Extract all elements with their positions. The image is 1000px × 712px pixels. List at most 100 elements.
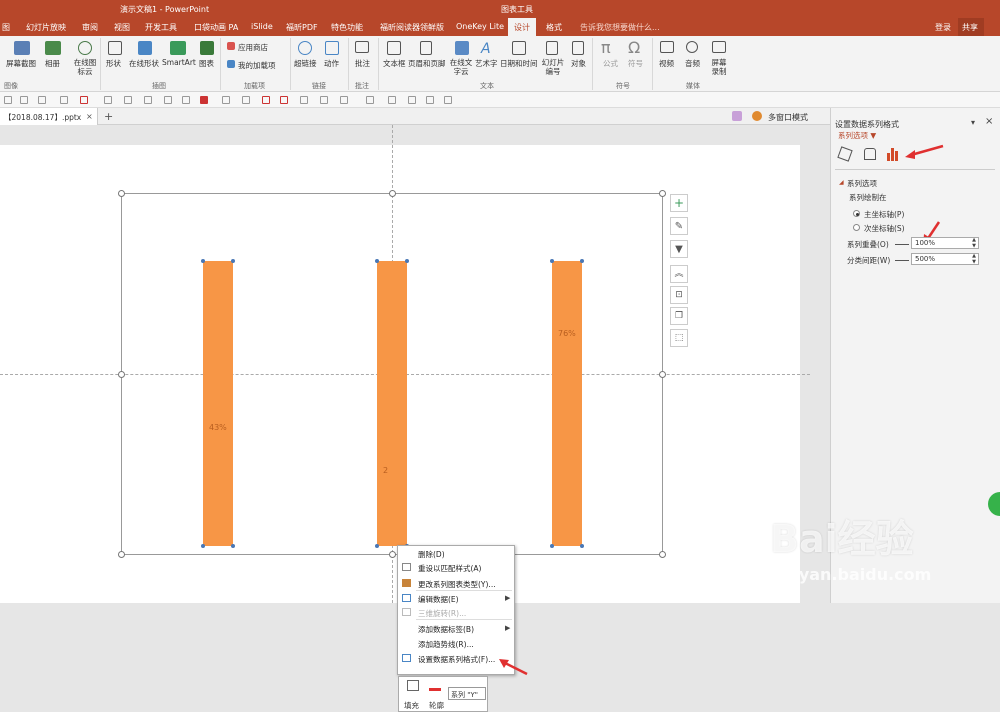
bar-selection-handle[interactable] (201, 544, 205, 548)
series-options-tab-icon[interactable] (887, 147, 900, 161)
toolbar-icon[interactable] (222, 96, 230, 104)
select-icon[interactable]: ⬚ (670, 329, 688, 347)
toolbar-icon[interactable] (182, 96, 190, 104)
resize-handle[interactable] (389, 551, 396, 558)
tab-slideshow[interactable]: 幻灯片放映 (26, 22, 66, 33)
tab-features[interactable]: 特色功能 (331, 22, 363, 33)
spinner-icon[interactable]: ▲ ▼ (972, 237, 976, 249)
resize-handle[interactable] (659, 551, 666, 558)
my-addins-button[interactable]: 我的加载项 (238, 60, 276, 71)
close-icon[interactable]: × (86, 112, 93, 121)
bar-selection-handle[interactable] (550, 259, 554, 263)
chart-button[interactable]: 图表 (199, 58, 214, 69)
multi-window-button[interactable]: 多窗口模式 (768, 112, 808, 123)
new-tab-icon[interactable]: + (104, 110, 113, 123)
tab-islide[interactable]: iSlide (251, 22, 273, 31)
tab-developer[interactable]: 开发工具 (145, 22, 177, 33)
tab-format[interactable]: 格式 (546, 22, 562, 33)
plugin-icon[interactable] (732, 111, 742, 121)
toolbar-icon[interactable] (320, 96, 328, 104)
word-cloud-button[interactable]: 在线文字云 (448, 58, 474, 76)
overlap-input[interactable]: 100% ▲ ▼ (911, 237, 979, 249)
chart-filter-button[interactable]: ▼ (670, 240, 688, 258)
toolbar-icon[interactable] (408, 96, 416, 104)
tab-0[interactable]: 图 (2, 22, 10, 33)
chart-frame[interactable]: 43% 2 76% (118, 190, 666, 558)
settings-icon[interactable] (752, 111, 762, 121)
bar-selection-handle[interactable] (405, 259, 409, 263)
data-label[interactable]: 76% (558, 329, 576, 338)
data-label[interactable]: 43% (209, 423, 227, 432)
online-shapes-button[interactable]: 在线形状 (129, 58, 159, 69)
object-button[interactable]: 对象 (571, 58, 586, 69)
resize-handle[interactable] (389, 190, 396, 197)
wordart-button[interactable]: 艺术字 (475, 58, 498, 69)
menu-item-edit-data[interactable]: 编辑数据(E) (418, 594, 459, 605)
tab-foxit-pdf[interactable]: 福昕PDF (286, 22, 318, 33)
toolbar-icon[interactable] (242, 96, 250, 104)
close-icon[interactable]: × (985, 116, 993, 127)
outline-button[interactable]: 轮廓 (429, 700, 444, 711)
bar-selection-handle[interactable] (201, 259, 205, 263)
icon-cloud-button[interactable]: 在线图标云 (72, 58, 98, 76)
tab-review[interactable]: 审阅 (82, 22, 98, 33)
bar-selection-handle[interactable] (231, 259, 235, 263)
screen-record-button[interactable]: 屏幕录制 (710, 58, 728, 76)
share-button[interactable]: 共享 (958, 18, 984, 36)
chart-styles-button[interactable]: ✎ (670, 217, 688, 235)
toolbar-icon[interactable] (300, 96, 308, 104)
resize-handle[interactable] (118, 371, 125, 378)
menu-item-reset-style[interactable]: 重设以匹配样式(A) (418, 563, 481, 574)
toolbar-icon[interactable] (38, 96, 46, 104)
menu-item-add-data-labels[interactable]: 添加数据标签(B) (418, 624, 474, 635)
chevron-down-icon[interactable]: ▾ (971, 118, 975, 127)
toolbar-icon[interactable] (444, 96, 452, 104)
bar-selection-handle[interactable] (375, 544, 379, 548)
toolbar-icon[interactable] (280, 96, 288, 104)
toolbar-icon[interactable] (340, 96, 348, 104)
series-select[interactable]: 系列 "Y" (448, 687, 486, 700)
resize-handle[interactable] (659, 190, 666, 197)
secondary-axis-radio[interactable] (853, 224, 860, 231)
bar-selection-handle[interactable] (231, 544, 235, 548)
app-store-button[interactable]: 应用商店 (238, 42, 268, 53)
shapes-button[interactable]: 形状 (106, 58, 121, 69)
slide-number-button[interactable]: 幻灯片编号 (541, 58, 565, 76)
login-link[interactable]: 登录 (935, 22, 951, 33)
collapse-arrow-icon[interactable]: ◢ (839, 179, 844, 186)
effects-tab-icon[interactable] (864, 148, 876, 160)
toolbar-icon[interactable] (164, 96, 172, 104)
bar-selection-handle[interactable] (580, 544, 584, 548)
fill-line-tab-icon[interactable] (837, 146, 853, 162)
tab-onekey[interactable]: OneKey Lite (456, 22, 504, 31)
bar-selection-handle[interactable] (580, 259, 584, 263)
tab-pocket-animation[interactable]: 口袋动画 PA (194, 22, 238, 33)
toolbar-icon[interactable] (20, 96, 28, 104)
overlap-slider[interactable] (895, 244, 909, 245)
chart-bar[interactable] (377, 261, 407, 546)
chart-bar[interactable] (552, 261, 582, 546)
primary-axis-radio[interactable] (853, 210, 860, 217)
collapse-icon[interactable]: ︽ (670, 265, 688, 283)
album-button[interactable]: 相册 (45, 58, 60, 69)
bar-selection-handle[interactable] (375, 259, 379, 263)
menu-item-format-series[interactable]: 设置数据系列格式(F)... (418, 654, 495, 665)
menu-item-delete[interactable]: 删除(D) (418, 549, 445, 560)
pane-options-dropdown[interactable]: 系列选项 ▼ (838, 130, 876, 141)
fill-button[interactable]: 填充 (404, 700, 419, 711)
tab-foxit-reader[interactable]: 福昕阅读器领鲜版 (380, 22, 444, 33)
chart-elements-button[interactable]: + (670, 194, 688, 212)
toolbar-icon[interactable] (4, 96, 12, 104)
file-tab[interactable]: 【2018.08.17】.pptx × (0, 108, 98, 125)
pen-icon[interactable] (80, 96, 88, 104)
toolbar-icon[interactable] (144, 96, 152, 104)
gap-width-slider[interactable] (895, 260, 909, 261)
bar-selection-handle[interactable] (550, 544, 554, 548)
symbol-button[interactable]: 符号 (628, 58, 643, 69)
audio-button[interactable]: 音频 (685, 58, 700, 69)
resize-handle[interactable] (659, 371, 666, 378)
tab-design[interactable]: 设计 (508, 18, 536, 36)
smartart-button[interactable]: SmartArt (162, 58, 196, 67)
spinner-icon[interactable]: ▲ ▼ (972, 253, 976, 265)
toolbar-icon[interactable] (124, 96, 132, 104)
